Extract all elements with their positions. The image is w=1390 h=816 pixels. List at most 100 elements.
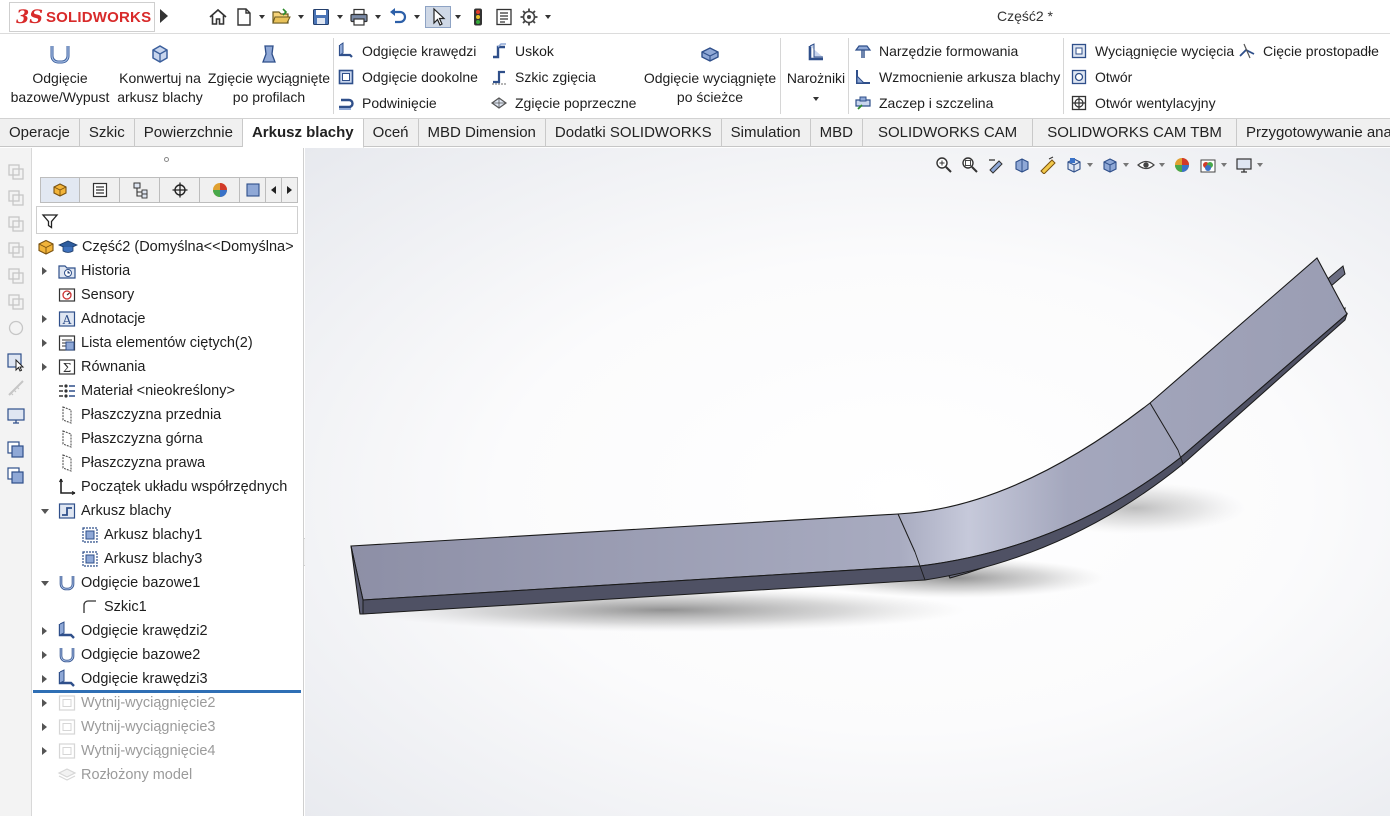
expand-arrow-icon[interactable] (40, 699, 49, 707)
dimxpert-tab[interactable] (160, 177, 200, 203)
new-document-icon[interactable] (233, 6, 255, 28)
extruded-cut-button[interactable]: Wyciągnięcie wycięcia (1070, 40, 1234, 62)
simple-hole-button[interactable]: Otwór (1070, 66, 1132, 88)
propertymanager-tab[interactable] (80, 177, 120, 203)
tab-solidworks-cam[interactable]: SOLIDWORKS CAM (863, 119, 1034, 147)
tab-evaluate[interactable]: Oceń (364, 119, 419, 147)
lt-sphere-icon[interactable] (6, 318, 26, 338)
save-dropdown-icon[interactable] (337, 15, 343, 19)
rollback-bar[interactable] (33, 690, 301, 693)
tabs-scroll-left-icon[interactable] (266, 177, 282, 203)
tree-item[interactable]: Materiał <nieokreślony> (40, 380, 235, 402)
lt-copy5-icon[interactable] (6, 266, 26, 286)
tree-item[interactable]: Płaszczyzna górna (40, 428, 203, 450)
collapse-arrow-icon[interactable] (40, 508, 49, 514)
expand-arrow-icon[interactable] (40, 651, 49, 659)
lt-copy2-icon[interactable] (6, 188, 26, 208)
new-dropdown-icon[interactable] (259, 15, 265, 19)
tab-mbd-dimension[interactable]: MBD Dimension (419, 119, 546, 147)
lt-copy-icon[interactable] (6, 162, 26, 182)
lt-display-icon[interactable] (6, 406, 26, 426)
expand-arrow-icon[interactable] (40, 675, 49, 683)
corners-button[interactable]: Narożniki (784, 42, 848, 104)
tree-item[interactable]: Odgięcie krawędzi3 (40, 668, 208, 690)
tab-and-slot-button[interactable]: Zaczep i szczelina (854, 92, 993, 114)
tree-item[interactable]: Odgięcie krawędzi2 (40, 620, 208, 642)
lt-measure-icon[interactable] (6, 378, 26, 398)
collapse-arrow-icon[interactable] (40, 580, 49, 586)
tree-item[interactable]: Lista elementów ciętych(2) (40, 332, 253, 354)
undo-icon[interactable] (386, 6, 410, 28)
tree-item[interactable]: Odgięcie bazowe2 (40, 644, 200, 666)
tree-item[interactable]: Szkic1 (63, 596, 147, 618)
tab-solidworks-cam-tbm[interactable]: SOLIDWORKS CAM TBM (1033, 119, 1237, 147)
tree-item[interactable]: Arkusz blachy1 (63, 524, 202, 546)
cam-tab[interactable] (240, 177, 266, 203)
forming-tool-button[interactable]: Narzędzie formowania (854, 40, 1018, 62)
tabs-scroll-right-icon[interactable] (282, 177, 298, 203)
tree-item[interactable]: Wytnij-wyciągnięcie2 (40, 692, 215, 714)
tree-item[interactable]: Wytnij-wyciągnięcie3 (40, 716, 215, 738)
print-dropdown-icon[interactable] (375, 15, 381, 19)
expand-arrow-icon[interactable] (40, 363, 49, 371)
vent-button[interactable]: Otwór wentylacyjny (1070, 92, 1216, 114)
lt-select-icon[interactable] (6, 352, 26, 372)
open-folder-icon[interactable] (269, 6, 293, 28)
open-dropdown-icon[interactable] (298, 15, 304, 19)
corners-dropdown-icon[interactable] (784, 94, 848, 104)
tree-item[interactable]: A Adnotacje (40, 308, 146, 330)
sheet-metal-gusset-button[interactable]: Wzmocnienie arkusza blachy (854, 66, 1060, 88)
select-pointer-icon[interactable] (425, 6, 451, 28)
select-dropdown-icon[interactable] (455, 15, 461, 19)
tree-item[interactable]: Arkusz blachy3 (63, 548, 202, 570)
expand-arrow-icon[interactable] (40, 747, 49, 755)
tree-item[interactable]: Płaszczyzna przednia (40, 404, 221, 426)
rebuild-traffic-light-icon[interactable] (468, 6, 488, 28)
jog-button[interactable]: Uskok (490, 40, 554, 62)
home-icon[interactable] (207, 6, 229, 28)
expand-arrow-icon[interactable] (40, 267, 49, 275)
tree-item[interactable]: Odgięcie bazowe1 (40, 572, 200, 594)
tree-item[interactable]: Sensory (40, 284, 134, 306)
sketched-bend-button[interactable]: Szkic zgięcia (490, 66, 596, 88)
expand-arrow-icon[interactable] (40, 315, 49, 323)
options-gear-icon[interactable] (518, 6, 540, 28)
base-flange-tab-button[interactable]: Odgięcie bazowe/Wypust (8, 42, 112, 107)
featuremanager-tab[interactable] (40, 177, 80, 203)
panel-grip-icon[interactable] (164, 157, 169, 162)
swept-flange-button[interactable]: Odgięcie wyciągnięte po ścieżce (640, 42, 780, 107)
lt-copy4-icon[interactable] (6, 240, 26, 260)
lt-layers2-icon[interactable] (6, 466, 26, 486)
tree-item[interactable]: Wytnij-wyciągnięcie4 (40, 740, 215, 762)
tab-sketch[interactable]: Szkic (80, 119, 135, 147)
lt-copy6-icon[interactable] (6, 292, 26, 312)
menu-expand-arrow-icon[interactable] (160, 9, 168, 23)
lt-layers-icon[interactable] (6, 440, 26, 460)
tree-item[interactable]: Σ Równania (40, 356, 146, 378)
tab-simulation[interactable]: Simulation (722, 119, 811, 147)
cross-break-button[interactable]: Zgięcie poprzeczne (490, 92, 636, 114)
normal-cut-button[interactable]: Cięcie prostopadłe (1238, 40, 1379, 62)
expand-arrow-icon[interactable] (40, 723, 49, 731)
options-dropdown-icon[interactable] (545, 15, 551, 19)
convert-to-sheet-metal-button[interactable]: Konwertuj na arkusz blachy (115, 42, 205, 107)
configurationmanager-tab[interactable] (120, 177, 160, 203)
tree-item[interactable]: Płaszczyzna prawa (40, 452, 205, 474)
tree-item[interactable]: Rozłożony model (40, 764, 192, 786)
display-manager-tab[interactable] (200, 177, 240, 203)
file-properties-icon[interactable] (493, 6, 515, 28)
tree-root-part[interactable]: Część2 (Domyślna<<Domyślna> (36, 236, 294, 258)
edge-flange-button[interactable]: Odgięcie krawędzi (337, 40, 476, 62)
tree-item[interactable]: Początek układu współrzędnych (40, 476, 287, 498)
graphics-area[interactable] (305, 148, 1390, 816)
tree-item[interactable]: Arkusz blachy (40, 500, 171, 522)
solidworks-logo[interactable]: 3S SOLIDWORKS (9, 2, 155, 32)
sheet-metal-model[interactable] (305, 148, 1390, 816)
tab-solidworks-addins[interactable]: Dodatki SOLIDWORKS (546, 119, 722, 147)
tab-surfaces[interactable]: Powierzchnie (135, 119, 243, 147)
lofted-bend-button[interactable]: Zgięcie wyciągnięte po profilach (207, 42, 331, 107)
lt-copy3-icon[interactable] (6, 214, 26, 234)
tab-sheet-metal[interactable]: Arkusz blachy (242, 119, 364, 148)
expand-arrow-icon[interactable] (40, 339, 49, 347)
tab-mbd[interactable]: MBD (811, 119, 863, 147)
